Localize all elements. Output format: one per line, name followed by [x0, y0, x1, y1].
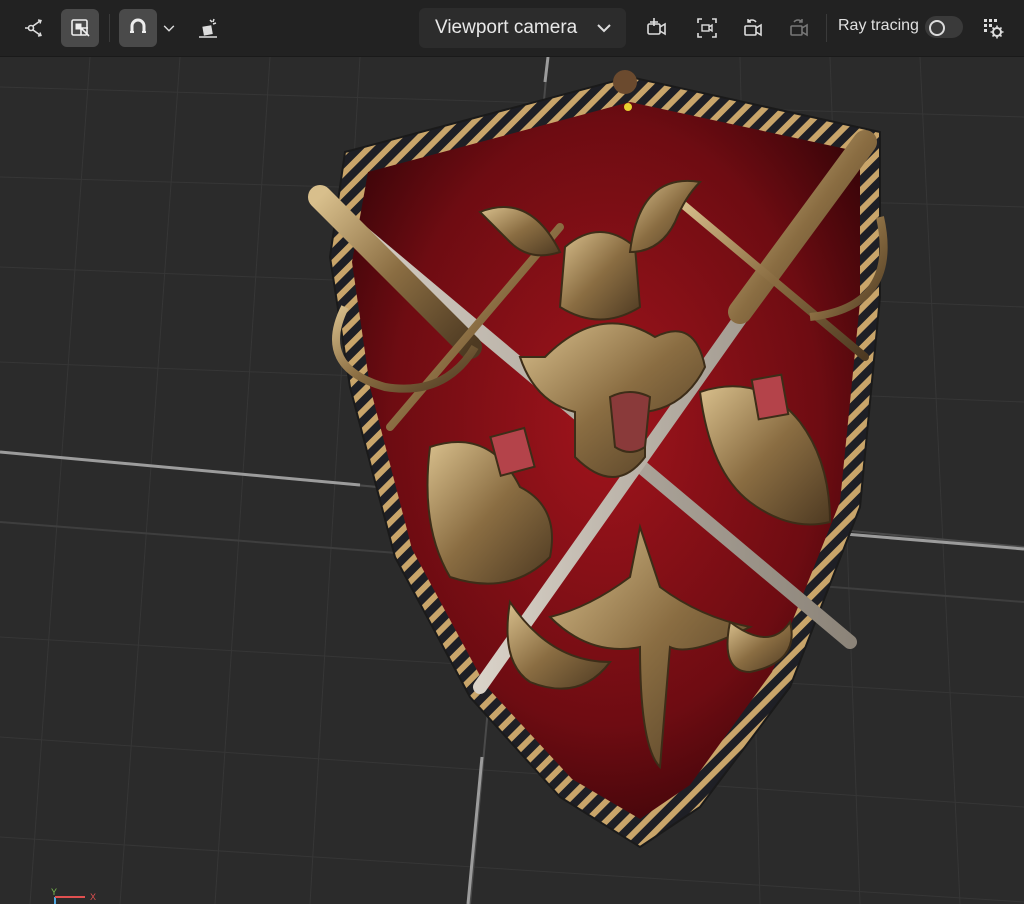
chevron-down-icon [597, 24, 611, 33]
render-settings-icon [984, 19, 1004, 39]
add-camera-icon [647, 18, 666, 36]
camera-redo-button[interactable] [779, 9, 817, 47]
chevron-down-icon [163, 25, 175, 32]
camera-redo-icon [790, 19, 808, 37]
toggle-knob [929, 20, 945, 36]
frame-select-button[interactable] [61, 9, 99, 47]
app-window: Viewport camera Ray tracing Y X [0, 0, 1024, 904]
snap-options-button[interactable] [157, 9, 181, 47]
drop-to-ground-icon [199, 18, 217, 38]
floor-grid [0, 57, 1024, 904]
ray-tracing-label: Ray tracing [838, 17, 919, 34]
gizmo-y-label: Y [51, 887, 57, 897]
camera-undo-button[interactable] [733, 9, 771, 47]
toolbar-divider [109, 14, 110, 42]
ray-tracing-toggle[interactable] [925, 16, 963, 38]
camera-frame-button[interactable] [688, 9, 726, 47]
axis-gizmo: Y X Z [51, 887, 96, 904]
top-toolbar: Viewport camera Ray tracing [0, 0, 1024, 57]
camera-dropdown[interactable]: Viewport camera [419, 8, 626, 48]
toolbar-divider [826, 14, 827, 42]
camera-frame-icon [697, 18, 717, 38]
render-settings-button[interactable] [974, 9, 1012, 47]
select-transform-button[interactable] [16, 9, 54, 47]
magnet-icon [130, 18, 146, 33]
frame-select-icon [71, 19, 90, 37]
add-camera-button[interactable] [637, 9, 675, 47]
snap-button[interactable] [119, 9, 157, 47]
drop-to-ground-button[interactable] [189, 9, 227, 47]
camera-dropdown-value: Viewport camera [435, 17, 578, 38]
select-transform-icon [25, 19, 42, 37]
3d-viewport[interactable]: Y X Z [0, 57, 1024, 904]
gizmo-x-label: X [90, 892, 96, 902]
camera-undo-icon [744, 19, 762, 37]
